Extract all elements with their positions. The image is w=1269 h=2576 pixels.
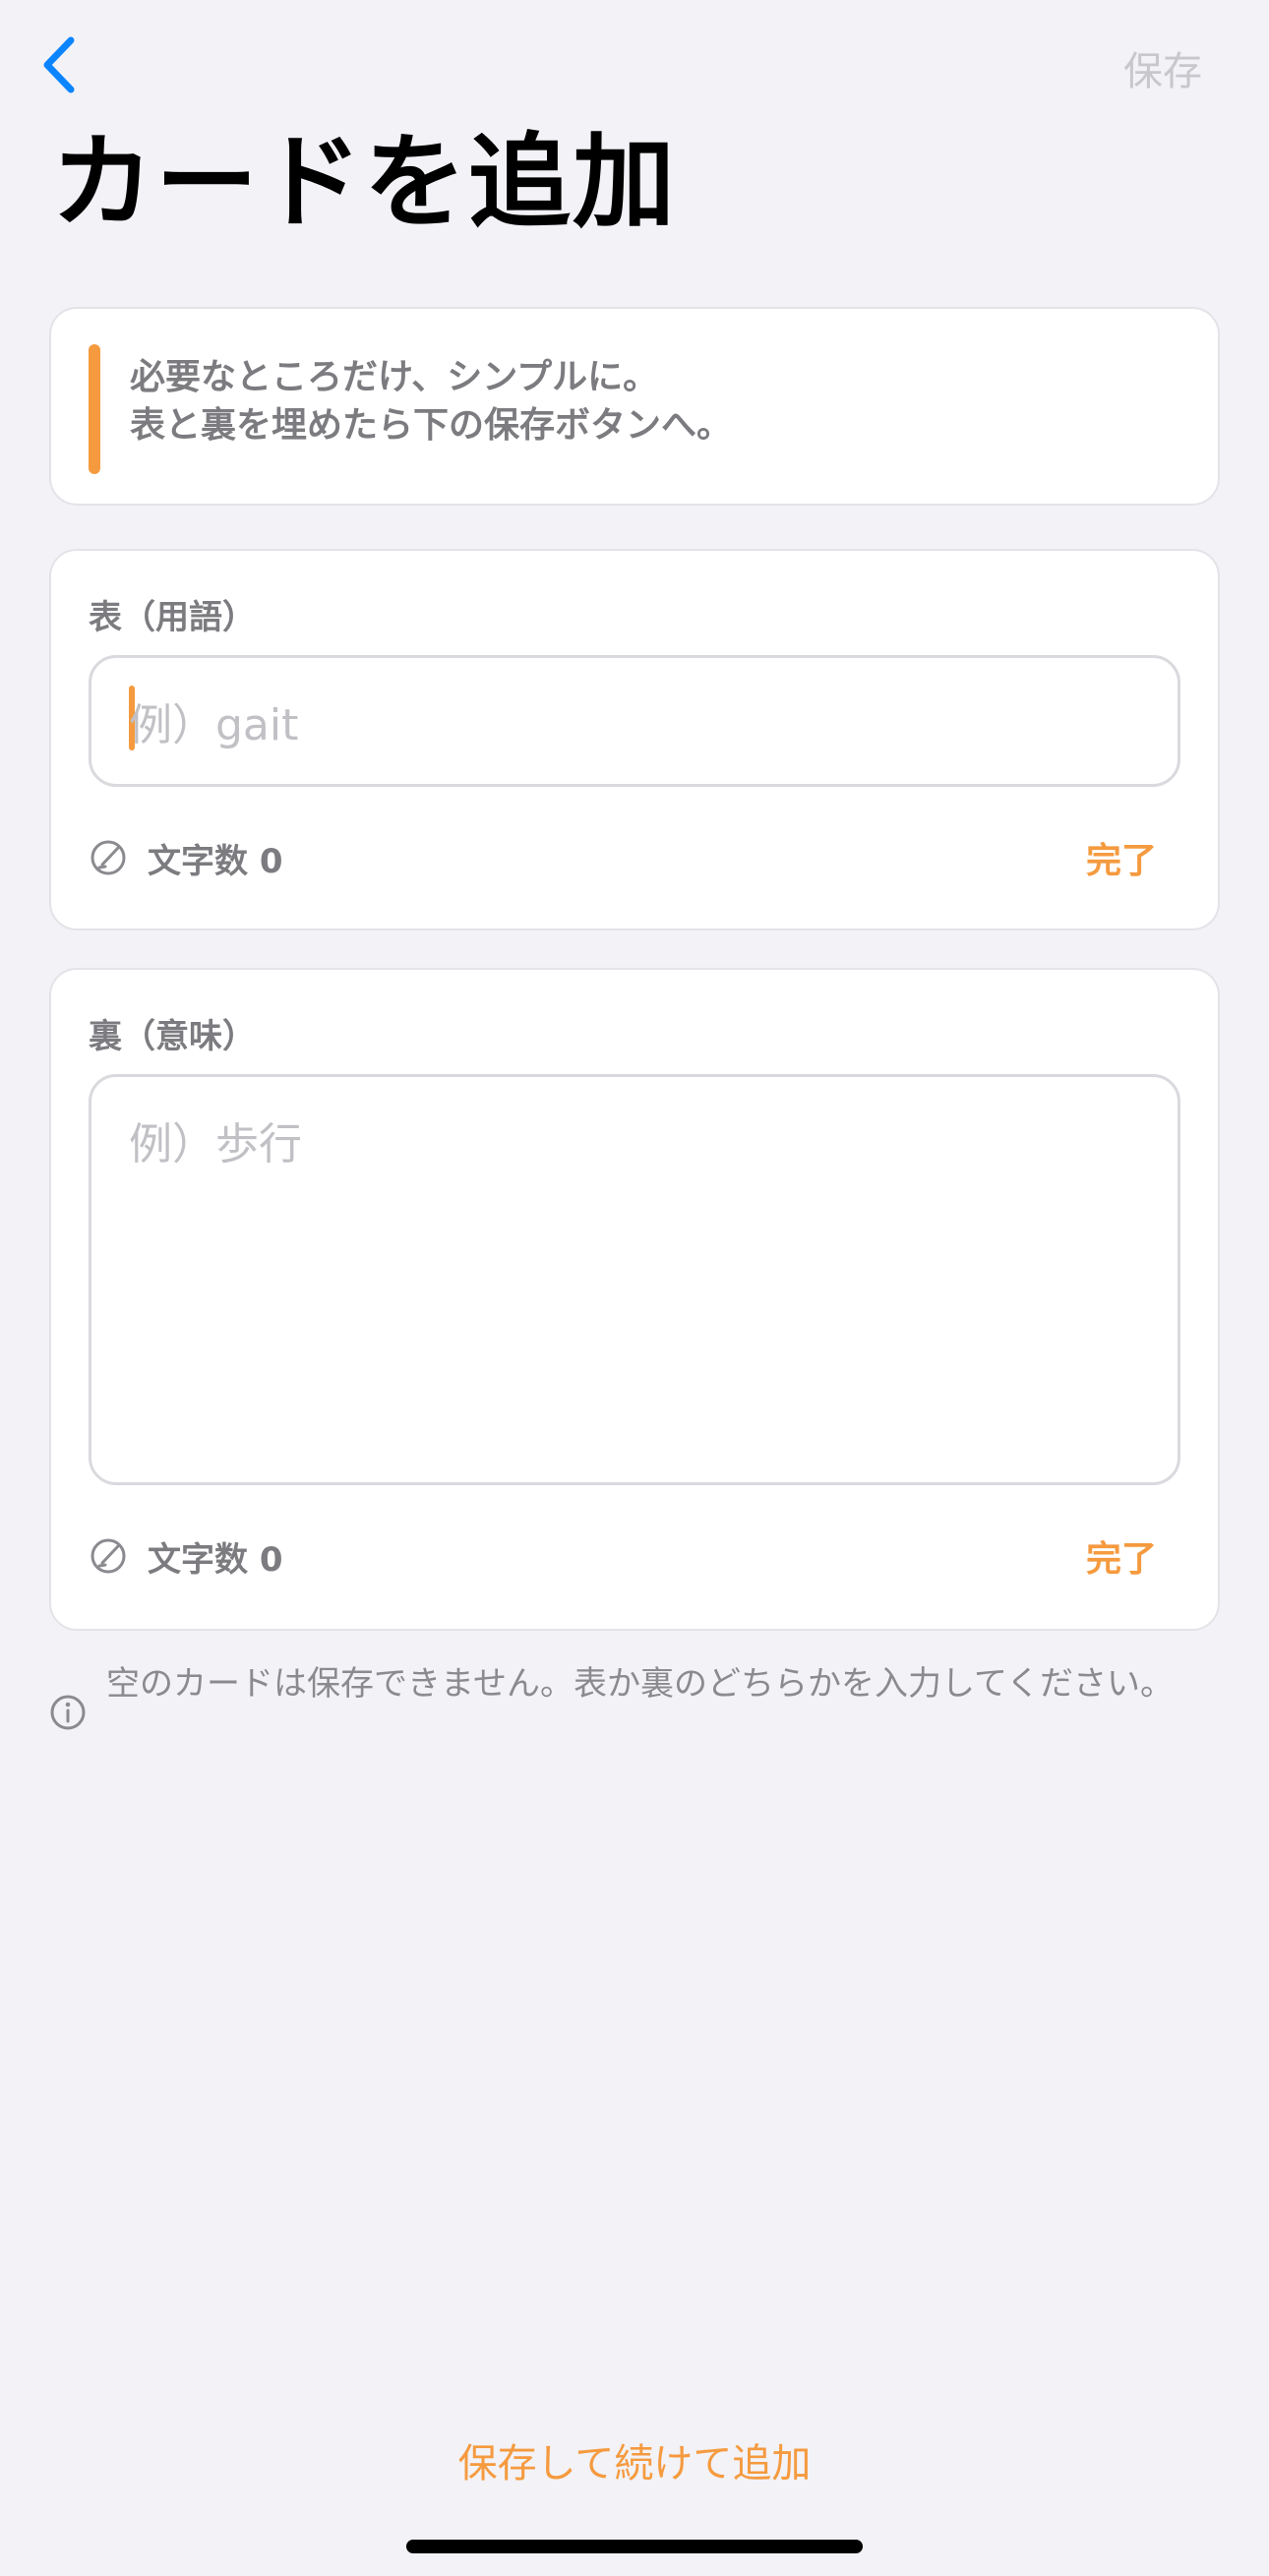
front-done-button[interactable]: 完了	[1086, 832, 1180, 883]
back-placeholder: 例）歩行	[129, 1119, 302, 1169]
save-and-continue-button[interactable]: 保存して続けて追加	[0, 2431, 1269, 2488]
chevron-left-icon	[39, 34, 79, 99]
back-field-label: 裏（意味）	[89, 1017, 256, 1056]
front-char-count-label: 文字数 0	[148, 841, 283, 881]
front-char-count: 文字数 0	[89, 834, 283, 882]
front-count-row: 文字数 0 完了	[89, 828, 1180, 887]
back-textarea[interactable]: 例）歩行	[89, 1074, 1180, 1485]
back-char-count: 文字数 0	[89, 1532, 283, 1581]
hint-accent-bar	[89, 344, 100, 474]
page-title: カードを追加	[51, 122, 678, 242]
front-card: 表（用語） 例）gait 文字数 0 完了	[49, 549, 1220, 930]
back-count-row: 文字数 0 完了	[89, 1527, 1180, 1586]
back-char-count-label: 文字数 0	[148, 1539, 283, 1580]
back-button[interactable]	[28, 30, 91, 104]
front-field-label: 表（用語）	[89, 598, 256, 637]
edit-circle-icon	[89, 1536, 128, 1576]
hint-text: 必要なところだけ、シンプルに。 表と裏を埋めたら下の保存ボタンへ。	[130, 354, 732, 449]
save-button[interactable]: 保存	[1123, 39, 1202, 96]
info-icon	[49, 1694, 87, 1731]
front-placeholder: 例）gait	[129, 700, 299, 750]
hint-line-2: 表と裏を埋めたら下の保存ボタンへ。	[130, 404, 733, 446]
front-input[interactable]: 例）gait	[89, 655, 1180, 787]
empty-card-notice: 空のカードは保存できません。表か裏のどちらかを入力してください。	[49, 1660, 1220, 1731]
edit-circle-icon	[89, 838, 128, 877]
hint-line-1: 必要なところだけ、シンプルに。	[130, 357, 659, 397]
home-indicator	[406, 2540, 863, 2553]
notice-text: 空のカードは保存できません。表か裏のどちらかを入力してください。	[106, 1664, 1174, 1704]
back-card: 裏（意味） 例）歩行 文字数 0 完了	[49, 968, 1220, 1631]
hint-card: 必要なところだけ、シンプルに。 表と裏を埋めたら下の保存ボタンへ。	[49, 307, 1220, 506]
back-done-button[interactable]: 完了	[1086, 1530, 1180, 1582]
